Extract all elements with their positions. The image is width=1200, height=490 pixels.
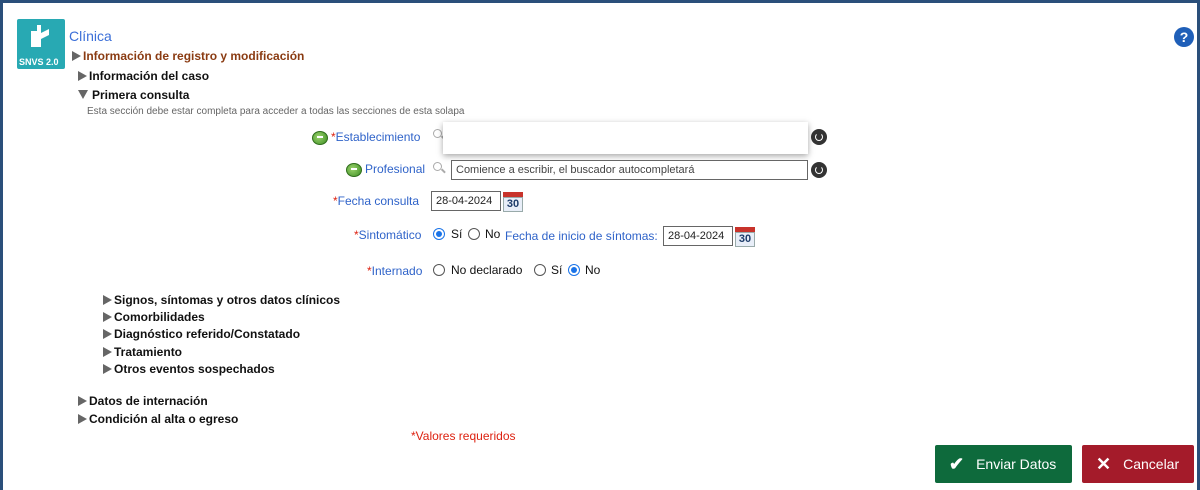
clear-icon[interactable] [811, 129, 827, 145]
clear-icon[interactable] [811, 162, 827, 178]
section-signos-label: Signos, síntomas y otros datos clínicos [114, 293, 341, 307]
calendar-icon[interactable]: 30 [735, 227, 755, 247]
section-otros-eventos[interactable]: Otros eventos sospechados [103, 362, 275, 376]
app-title: Clínica [69, 28, 112, 44]
required-note: *Valores requeridos [411, 429, 516, 443]
fecha-consulta-label-text: Fecha consulta [337, 194, 420, 208]
establecimiento-label: *Establecimiento [331, 130, 420, 144]
logo-figure-icon [31, 25, 49, 47]
calendar-day: 30 [738, 233, 752, 245]
establecimiento-label-text: Establecimiento [335, 130, 421, 144]
sintomatico-si-label: Sí [451, 227, 463, 241]
section-comorbilidades[interactable]: Comorbilidades [103, 310, 205, 324]
internado-si-label: Sí [551, 263, 563, 277]
internado-label-text: Internado [371, 264, 423, 278]
section-primera-consulta[interactable]: Primera consulta [78, 88, 189, 102]
fecha-inicio-input[interactable] [663, 226, 733, 246]
triangle-right-icon [78, 414, 87, 424]
sintomatico-label: *Sintomático [354, 228, 421, 242]
triangle-right-icon [103, 364, 112, 374]
section-registro[interactable]: Información de registro y modificación [72, 49, 304, 63]
triangle-right-icon [72, 51, 81, 61]
internado-no-declarado-label: No declarado [451, 263, 523, 277]
logo-text: SNVS 2.0 [19, 57, 59, 67]
section-signos[interactable]: Signos, síntomas y otros datos clínicos [103, 293, 340, 307]
sintomatico-label-text: Sintomático [358, 228, 422, 242]
snvs-logo: SNVS 2.0 [17, 19, 65, 69]
triangle-right-icon [103, 312, 112, 322]
section-alta[interactable]: Condición al alta o egreso [78, 412, 238, 426]
section-tratamiento[interactable]: Tratamiento [103, 345, 182, 359]
triangle-right-icon [103, 329, 112, 339]
cancel-button-label: Cancelar [1123, 456, 1180, 472]
section-caso[interactable]: Información del caso [78, 69, 209, 83]
fecha-consulta-label: *Fecha consulta [333, 194, 419, 208]
sintomatico-si-radio[interactable] [433, 228, 445, 240]
fecha-inicio-label: Fecha de inicio de síntomas: [505, 229, 658, 243]
internado-no-radio[interactable] [568, 264, 580, 276]
section-caso-label: Información del caso [89, 69, 210, 83]
close-icon: ✕ [1096, 453, 1112, 474]
send-button-label: Enviar Datos [976, 456, 1057, 472]
section-registro-label: Información de registro y modificación [83, 49, 305, 63]
send-button[interactable]: ✔ Enviar Datos [935, 445, 1072, 483]
profesional-input[interactable] [451, 160, 808, 180]
section-primera-consulta-label: Primera consulta [92, 88, 190, 102]
profesional-label: Profesional [365, 162, 426, 176]
section-internacion[interactable]: Datos de internación [78, 394, 208, 408]
cancel-button[interactable]: ✕ Cancelar [1082, 445, 1194, 483]
section-otros-eventos-label: Otros eventos sospechados [114, 362, 275, 376]
internado-label: *Internado [367, 264, 422, 278]
add-green-icon[interactable] [312, 131, 328, 145]
internado-si-radio[interactable] [534, 264, 546, 276]
section-comorbilidades-label: Comorbilidades [114, 310, 205, 324]
section-note: Esta sección debe estar completa para ac… [87, 106, 465, 117]
triangle-right-icon [103, 295, 112, 305]
search-icon[interactable] [433, 162, 446, 174]
triangle-down-icon [78, 90, 88, 99]
section-tratamiento-label: Tratamiento [114, 345, 183, 359]
section-internacion-label: Datos de internación [89, 394, 208, 408]
calendar-day: 30 [506, 198, 520, 210]
sintomatico-no-radio[interactable] [468, 228, 480, 240]
triangle-right-icon [78, 396, 87, 406]
add-green-icon[interactable] [346, 163, 362, 177]
sintomatico-no-label: No [485, 227, 501, 241]
section-diagnostico-label: Diagnóstico referido/Constatado [114, 327, 301, 341]
triangle-right-icon [103, 347, 112, 357]
triangle-right-icon [78, 71, 87, 81]
fecha-consulta-input[interactable] [431, 191, 501, 211]
calendar-icon[interactable]: 30 [503, 192, 523, 212]
internado-no-label: No [585, 263, 601, 277]
internado-no-declarado-radio[interactable] [433, 264, 445, 276]
check-icon: ✔ [949, 453, 965, 474]
section-diagnostico[interactable]: Diagnóstico referido/Constatado [103, 327, 300, 341]
question-icon[interactable]: ? [1174, 27, 1194, 47]
autocomplete-dropdown [443, 122, 808, 154]
section-alta-label: Condición al alta o egreso [89, 412, 239, 426]
